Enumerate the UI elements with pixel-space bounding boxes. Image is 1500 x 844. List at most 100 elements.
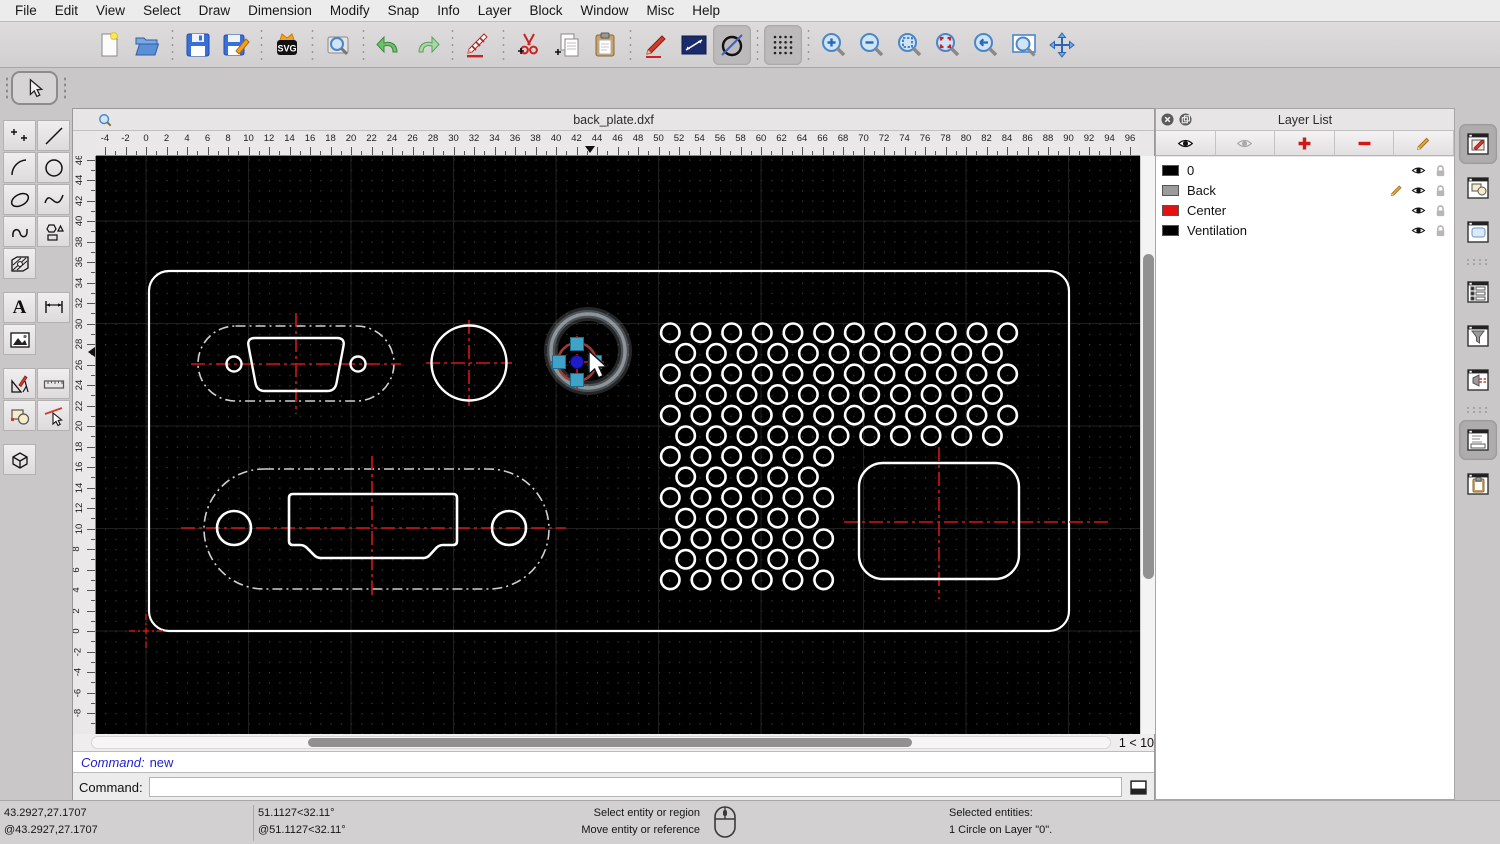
palette-row <box>3 120 71 151</box>
horizontal-scrollbar[interactable] <box>91 736 1111 749</box>
v-ruler-label: 34 <box>74 277 85 288</box>
lock-icon[interactable] <box>1433 183 1448 198</box>
zoom-out-button[interactable] <box>853 25 891 65</box>
hide-all-layers-button[interactable] <box>1216 131 1276 155</box>
dock-library-button[interactable] <box>1459 212 1497 252</box>
layer-row-center[interactable]: Center <box>1156 200 1454 220</box>
selection-handle[interactable] <box>571 338 584 351</box>
eye-icon[interactable] <box>1411 203 1426 218</box>
menu-info[interactable]: Info <box>428 3 469 18</box>
draft-mode-button[interactable] <box>713 25 751 65</box>
image-tool-button[interactable] <box>3 324 36 355</box>
undo-button[interactable] <box>370 25 408 65</box>
box3d-tool-button[interactable] <box>3 444 36 475</box>
selection-handle[interactable] <box>571 374 584 387</box>
vertical-scrollbar[interactable] <box>1140 156 1156 734</box>
dock-properties-button[interactable] <box>1459 124 1497 164</box>
dock-filter-button[interactable] <box>1459 316 1497 356</box>
horizontal-scroll-thumb[interactable] <box>308 738 912 747</box>
menu-help[interactable]: Help <box>683 3 729 18</box>
menu-block[interactable]: Block <box>521 3 572 18</box>
zoom-pan-button[interactable] <box>1043 25 1081 65</box>
menu-file[interactable]: File <box>6 3 46 18</box>
export-svg-button[interactable]: SVG <box>268 25 306 65</box>
zoom-in-button[interactable] <box>815 25 853 65</box>
text-tool-button[interactable]: A <box>3 292 36 323</box>
pen-attributes-button[interactable] <box>637 25 675 65</box>
circle-tool-button[interactable] <box>37 152 70 183</box>
h-ruler-label: 0 <box>143 133 148 144</box>
show-all-layers-button[interactable] <box>1156 131 1216 155</box>
canvas-area[interactable] <box>96 156 1140 734</box>
redo-button[interactable] <box>408 25 446 65</box>
modify-attributes-tool-button[interactable] <box>37 400 70 431</box>
zoom-previous-button[interactable] <box>967 25 1005 65</box>
zoom-window-button[interactable] <box>1005 25 1043 65</box>
paste-button[interactable] <box>586 25 624 65</box>
dock-blocks-button[interactable] <box>1459 168 1497 208</box>
eye-icon[interactable] <box>1411 183 1426 198</box>
select-tool-button[interactable] <box>11 71 58 105</box>
toolbar-drag-handle <box>5 76 9 100</box>
drafting-tool-button[interactable] <box>3 368 36 399</box>
document-window: back_plate.dxf -4-2024681012141618202224… <box>72 108 1155 800</box>
selection-status-title: Selected entities: <box>949 805 1052 822</box>
v-ruler-tick <box>91 211 95 212</box>
hatch-tool-button[interactable] <box>3 248 36 279</box>
menu-window[interactable]: Window <box>572 3 638 18</box>
command-options-button[interactable] <box>1128 778 1148 796</box>
line-tool-button[interactable] <box>37 120 70 151</box>
remove-layer-button[interactable] <box>1335 131 1395 155</box>
ellipse-tool-button[interactable] <box>3 184 36 215</box>
new-file-button[interactable] <box>90 25 128 65</box>
command-input[interactable] <box>149 777 1122 797</box>
open-file-button[interactable] <box>128 25 166 65</box>
dock-layers-button[interactable] <box>1459 272 1497 312</box>
drawing-canvas[interactable] <box>96 156 1140 734</box>
points-tool-button[interactable] <box>3 120 36 151</box>
menu-draw[interactable]: Draw <box>190 3 240 18</box>
eye-icon[interactable] <box>1411 223 1426 238</box>
measure-tool-button[interactable] <box>37 368 70 399</box>
menu-misc[interactable]: Misc <box>638 3 684 18</box>
edit-layer-button[interactable] <box>1394 131 1454 155</box>
copy-button[interactable] <box>548 25 586 65</box>
spline-tool-button[interactable] <box>37 184 70 215</box>
menu-snap[interactable]: Snap <box>379 3 429 18</box>
polyline-tool-button[interactable] <box>3 216 36 247</box>
dimension-tool-button[interactable] <box>37 292 70 323</box>
dock-command-button[interactable] <box>1459 420 1497 460</box>
zoom-auto-button[interactable] <box>891 25 929 65</box>
shapes-tool-button[interactable] <box>37 216 70 247</box>
line-attributes-button[interactable] <box>675 25 713 65</box>
modify-tool-button[interactable] <box>3 400 36 431</box>
selection-handle[interactable] <box>553 356 566 369</box>
dock-clipboard-button[interactable] <box>1459 464 1497 504</box>
document-title-bar[interactable]: back_plate.dxf <box>73 109 1154 131</box>
grid-toggle-button[interactable] <box>764 25 802 65</box>
save-as-button[interactable] <box>217 25 255 65</box>
menu-layer[interactable]: Layer <box>469 3 521 18</box>
vertical-scroll-thumb[interactable] <box>1143 254 1154 579</box>
layer-row-ventilation[interactable]: Ventilation <box>1156 220 1454 240</box>
eye-icon[interactable] <box>1411 163 1426 178</box>
layer-row-back[interactable]: Back <box>1156 180 1454 200</box>
print-preview-button[interactable] <box>319 25 357 65</box>
arc-tool-button[interactable] <box>3 152 36 183</box>
menu-select[interactable]: Select <box>134 3 190 18</box>
h-ruler-label: 92 <box>1084 133 1095 144</box>
menu-dimension[interactable]: Dimension <box>239 3 321 18</box>
zoom-selected-button[interactable] <box>929 25 967 65</box>
menu-view[interactable]: View <box>87 3 134 18</box>
save-button[interactable] <box>179 25 217 65</box>
layer-row-0[interactable]: 0 <box>1156 160 1454 180</box>
lock-icon[interactable] <box>1433 223 1448 238</box>
lock-icon[interactable] <box>1433 163 1448 178</box>
cut-button[interactable] <box>510 25 548 65</box>
lock-icon[interactable] <box>1433 203 1448 218</box>
delete-entities-button[interactable] <box>459 25 497 65</box>
dock-visibility-button[interactable] <box>1459 360 1497 400</box>
menu-modify[interactable]: Modify <box>321 3 379 18</box>
add-layer-button[interactable] <box>1275 131 1335 155</box>
menu-edit[interactable]: Edit <box>46 3 87 18</box>
